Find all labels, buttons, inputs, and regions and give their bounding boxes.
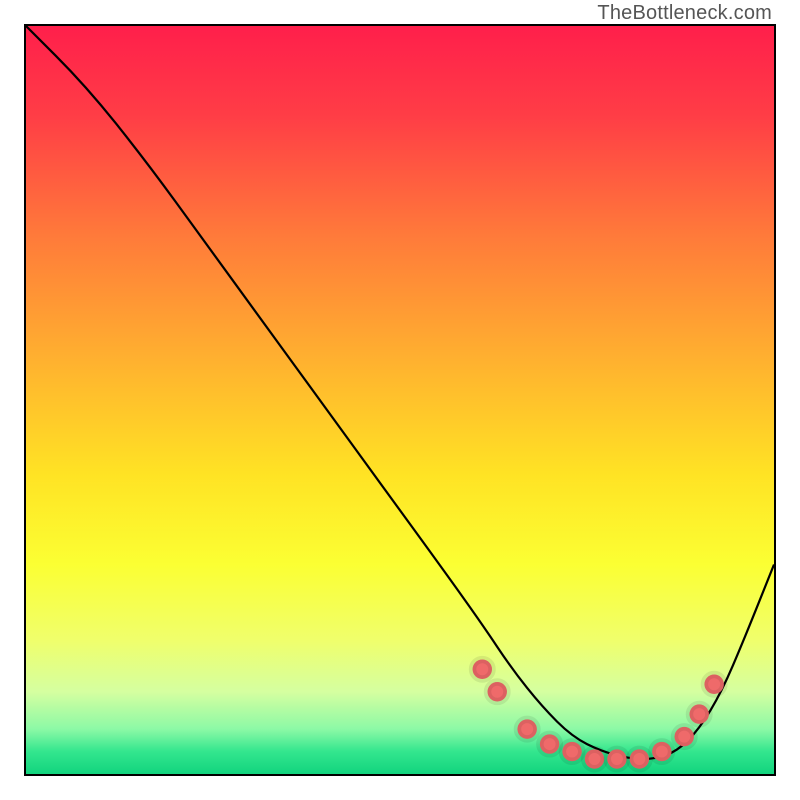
highlight-dot — [585, 749, 604, 768]
attribution-text: TheBottleneck.com — [597, 2, 772, 25]
highlight-dot — [689, 704, 708, 723]
chart-background — [26, 26, 774, 774]
highlight-dot — [488, 682, 507, 701]
chart-frame — [24, 24, 776, 776]
highlight-dot — [607, 749, 626, 768]
highlight-dot — [675, 727, 694, 746]
highlight-dot — [652, 742, 671, 761]
highlight-dot — [630, 749, 649, 768]
highlight-dot — [517, 719, 536, 738]
chart-canvas — [26, 26, 774, 774]
highlight-dot — [540, 734, 559, 753]
highlight-dot — [562, 742, 581, 761]
highlight-dot — [473, 660, 492, 679]
highlight-dot — [704, 675, 723, 694]
